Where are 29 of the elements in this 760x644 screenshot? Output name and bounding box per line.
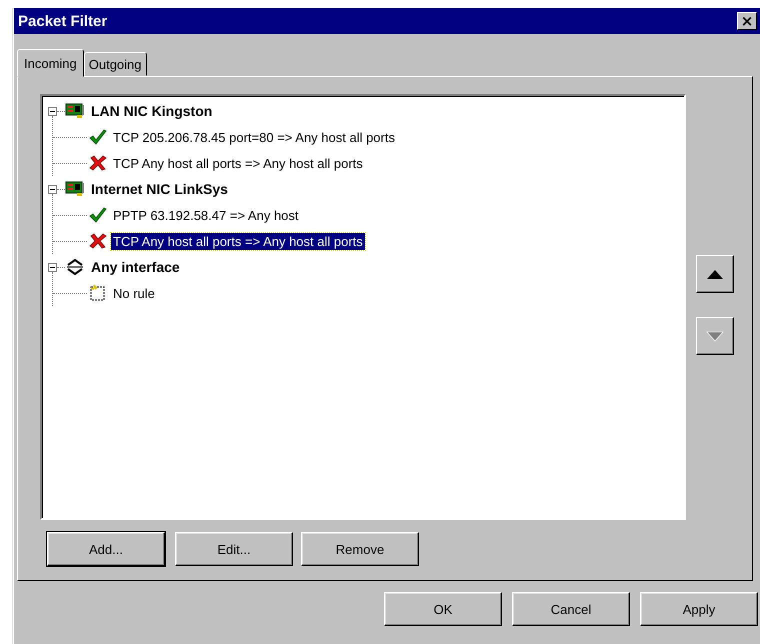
checkmark-icon <box>89 207 107 223</box>
new-item-icon <box>89 284 107 302</box>
tree-item[interactable]: Any interface <box>91 259 180 275</box>
collapse-icon[interactable] <box>48 262 57 272</box>
rule-item[interactable]: No rule <box>111 284 157 302</box>
arrows-icon <box>65 258 85 276</box>
move-down-button[interactable] <box>696 317 734 355</box>
rule-item[interactable]: TCP Any host all ports => Any host all ports <box>111 154 365 172</box>
rule-item[interactable]: PPTP 63.192.58.47 => Any host <box>111 206 301 224</box>
tree-item[interactable]: Internet NIC LinkSys <box>91 181 228 197</box>
button[interactable]: Edit... <box>175 532 293 566</box>
close-button[interactable]: × <box>737 12 757 30</box>
tree-item[interactable]: LAN NIC Kingston <box>91 103 212 119</box>
button[interactable]: OK <box>384 592 502 626</box>
tab[interactable]: Outgoing <box>84 52 147 76</box>
rule-item[interactable]: TCP 205.206.78.45 port=80 => Any host all ports <box>111 128 397 146</box>
tab[interactable]: Incoming <box>17 49 84 77</box>
collapse-icon[interactable] <box>48 184 57 194</box>
cross-icon <box>89 155 107 171</box>
button[interactable]: Cancel <box>512 592 630 626</box>
rule-item[interactable]: TCP Any host all ports => Any host all ports <box>111 232 365 250</box>
button[interactable]: Remove <box>301 532 419 566</box>
checkmark-icon <box>89 129 107 145</box>
window-title: Packet Filter <box>18 12 108 30</box>
button[interactable]: Add... <box>47 532 165 566</box>
cross-icon <box>89 233 107 249</box>
button[interactable]: Apply <box>640 592 758 626</box>
move-up-button[interactable] <box>696 255 734 293</box>
collapse-icon[interactable] <box>48 106 57 116</box>
